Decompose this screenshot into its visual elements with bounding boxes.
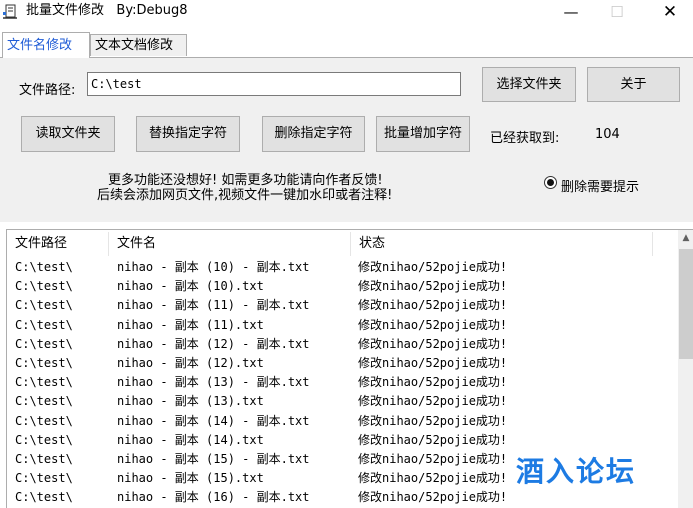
row-path-cell: C:\test\ <box>15 452 73 466</box>
row-path-cell: C:\test\ <box>15 336 73 351</box>
row-filename-cell: nihao - 副本 (13) - 副本.txt <box>117 375 310 390</box>
vertical-scrollbar[interactable]: ▲ <box>678 230 693 508</box>
tab-filename-edit[interactable]: 文件名修改 <box>2 32 90 58</box>
column-header-path[interactable]: 文件路径 <box>7 230 107 258</box>
delete-prompt-label[interactable]: 删除需要提示 <box>561 176 639 195</box>
row-filename-cell: nihao - 副本 (14).txt <box>117 432 264 447</box>
column-separator[interactable] <box>652 232 653 256</box>
fetched-label: 已经获取到: <box>490 131 560 146</box>
delete-prompt-radio[interactable] <box>544 176 557 189</box>
row-status-cell: 修改nihao/52pojie成功! <box>358 452 508 466</box>
row-filename-cell: nihao - 副本 (10).txt <box>117 279 264 294</box>
select-folder-button[interactable]: 选择文件夹 <box>482 67 576 102</box>
row-filename-cell: nihao - 副本 (15).txt <box>117 471 264 486</box>
app-icon <box>3 4 17 19</box>
row-status-cell: 修改nihao/52pojie成功! <box>358 279 508 294</box>
row-status-cell: 修改nihao/52pojie成功! <box>358 260 508 274</box>
notice-line-2: 后续会添加网页文件,视频文件一键加水印或者注释! <box>97 188 393 203</box>
row-path-cell: C:\test\ <box>15 356 73 370</box>
row-status-cell: 修改nihao/52pojie成功! <box>358 298 508 313</box>
row-path-cell: C:\test\ <box>15 432 73 447</box>
row-filename-cell: nihao - 副本 (16) - 副本.txt <box>117 490 310 505</box>
row-status-cell: 修改nihao/52pojie成功! <box>358 375 508 390</box>
row-path-cell: C:\test\ <box>15 490 73 505</box>
tab-text-document-edit[interactable]: 文本文档修改 <box>90 34 187 56</box>
row-path-cell: C:\test\ <box>15 413 73 428</box>
row-path-cell: C:\test\ <box>15 394 73 409</box>
row-status-cell: 修改nihao/52pojie成功! <box>358 413 508 428</box>
row-path-cell: C:\test\ <box>15 279 73 294</box>
row-filename-cell: nihao - 副本 (14) - 副本.txt <box>117 413 310 428</box>
row-status-cell: 修改nihao/52pojie成功! <box>358 356 508 370</box>
table-row[interactable]: C:\test\ nihao - 副本 (14) - 副本.txt 修改nihao/… <box>7 412 677 431</box>
row-path-cell: C:\test\ <box>15 375 73 390</box>
table-row[interactable]: C:\test\ nihao - 副本 (12).txt 修改nihao/52poj… <box>7 354 677 373</box>
row-path-cell: C:\test\ <box>15 471 73 486</box>
table-row[interactable]: C:\test\ nihao - 副本 (11).txt 修改nihao/52poj… <box>7 316 677 335</box>
path-input[interactable]: C:\test <box>87 72 461 96</box>
row-status-cell: 修改nihao/52pojie成功! <box>358 432 508 447</box>
row-status-cell: 修改nihao/52pojie成功! <box>358 471 508 486</box>
row-filename-cell: nihao - 副本 (13).txt <box>117 394 264 409</box>
row-filename-cell: nihao - 副本 (11).txt <box>117 317 264 332</box>
fetched-count: 104 <box>595 127 620 142</box>
table-row[interactable]: C:\test\ nihao - 副本 (16) - 副本.txt 修改nihao/… <box>7 488 677 507</box>
about-button[interactable]: 关于 <box>587 67 680 102</box>
row-filename-cell: nihao - 副本 (11) - 副本.txt <box>117 298 310 313</box>
title-bar: 批量文件修改 By:Debug8 — ☐ ✕ <box>0 0 693 26</box>
row-path-cell: C:\test\ <box>15 260 73 274</box>
table-row[interactable]: C:\test\ nihao - 副本 (12) - 副本.txt 修改nihao/… <box>7 335 677 354</box>
column-header-status[interactable]: 状态 <box>351 230 651 258</box>
table-row[interactable]: C:\test\ nihao - 副本 (10) - 副本.txt 修改nihao/… <box>7 258 677 277</box>
table-row[interactable]: C:\test\ nihao - 副本 (13).txt 修改nihao/52poj… <box>7 392 677 411</box>
table-row[interactable]: C:\test\ nihao - 副本 (11) - 副本.txt 修改nihao/… <box>7 296 677 315</box>
table-row[interactable]: C:\test\ nihao - 副本 (14).txt 修改nihao/52poj… <box>7 431 677 450</box>
replace-chars-button[interactable]: 替换指定字符 <box>136 116 240 152</box>
row-path-cell: C:\test\ <box>15 298 73 313</box>
window-title: 批量文件修改 By:Debug8 <box>26 3 188 18</box>
scroll-up-arrow-icon[interactable]: ▲ <box>678 230 693 247</box>
column-header-filename[interactable]: 文件名 <box>109 230 350 258</box>
path-label: 文件路径: <box>19 83 76 98</box>
close-button[interactable]: ✕ <box>647 0 693 24</box>
add-chars-button[interactable]: 批量增加字符 <box>376 116 470 152</box>
row-path-cell: C:\test\ <box>15 317 73 332</box>
watermark: 酒入论坛 <box>516 455 637 488</box>
row-status-cell: 修改nihao/52pojie成功! <box>358 336 508 351</box>
maximize-button[interactable]: ☐ <box>594 0 640 24</box>
table-row[interactable]: C:\test\ nihao - 副本 (10).txt 修改nihao/52poj… <box>7 277 677 296</box>
scroll-thumb[interactable] <box>679 249 693 359</box>
row-filename-cell: nihao - 副本 (15) - 副本.txt <box>117 452 310 466</box>
row-status-cell: 修改nihao/52pojie成功! <box>358 490 508 505</box>
row-filename-cell: nihao - 副本 (10) - 副本.txt <box>117 260 310 274</box>
delete-chars-button[interactable]: 删除指定字符 <box>262 116 365 152</box>
minimize-button[interactable]: — <box>548 0 594 24</box>
row-status-cell: 修改nihao/52pojie成功! <box>358 394 508 409</box>
table-row[interactable]: C:\test\ nihao - 副本 (13) - 副本.txt 修改nihao/… <box>7 373 677 392</box>
row-filename-cell: nihao - 副本 (12).txt <box>117 356 264 370</box>
row-filename-cell: nihao - 副本 (12) - 副本.txt <box>117 336 310 351</box>
row-status-cell: 修改nihao/52pojie成功! <box>358 317 508 332</box>
list-header: 文件路径 文件名 状态 <box>7 230 677 258</box>
read-folder-button[interactable]: 读取文件夹 <box>21 116 115 152</box>
